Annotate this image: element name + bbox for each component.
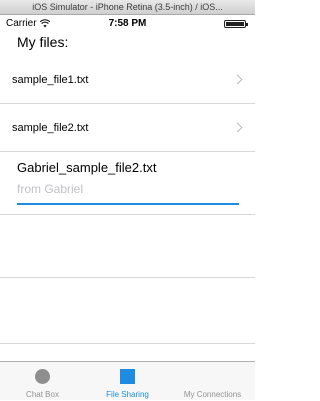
tab-bar: Chat Box File Sharing My Connections xyxy=(0,361,255,400)
chevron-right-icon xyxy=(232,74,243,85)
transfer-progress-bar xyxy=(17,203,239,205)
incoming-file-row[interactable]: Gabriel_sample_file2.txt from Gabriel xyxy=(0,152,255,215)
square-icon xyxy=(120,369,135,384)
incoming-file-name: Gabriel_sample_file2.txt xyxy=(17,160,157,175)
file-row[interactable]: sample_file2.txt xyxy=(0,104,255,152)
incoming-file-sender: from Gabriel xyxy=(17,182,84,196)
empty-row xyxy=(0,215,255,278)
tab-file-sharing[interactable]: File Sharing xyxy=(85,362,170,401)
status-time: 7:58 PM xyxy=(108,18,147,29)
file-name: sample_file2.txt xyxy=(12,122,89,134)
circle-icon xyxy=(35,369,50,384)
simulator-title-bar: iOS Simulator - iPhone Retina (3.5-inch)… xyxy=(0,0,255,15)
battery-icon xyxy=(224,20,248,28)
tab-my-connections[interactable]: My Connections xyxy=(170,362,255,401)
page-title: My files: xyxy=(17,34,69,50)
file-name: sample_file1.txt xyxy=(12,74,89,86)
file-row[interactable]: sample_file1.txt xyxy=(0,56,255,104)
tab-label: My Connections xyxy=(183,390,242,399)
empty-row xyxy=(0,278,255,344)
tab-chat-box[interactable]: Chat Box xyxy=(0,362,85,401)
transfer-progress-fill xyxy=(17,203,239,205)
chevron-right-icon xyxy=(232,122,243,133)
window-title: iOS Simulator - iPhone Retina (3.5-inch)… xyxy=(32,2,223,12)
status-bar: Carrier 7:58 PM xyxy=(0,15,255,33)
tab-label: Chat Box xyxy=(26,390,59,399)
divider xyxy=(0,343,255,344)
tab-label: File Sharing xyxy=(106,390,149,399)
